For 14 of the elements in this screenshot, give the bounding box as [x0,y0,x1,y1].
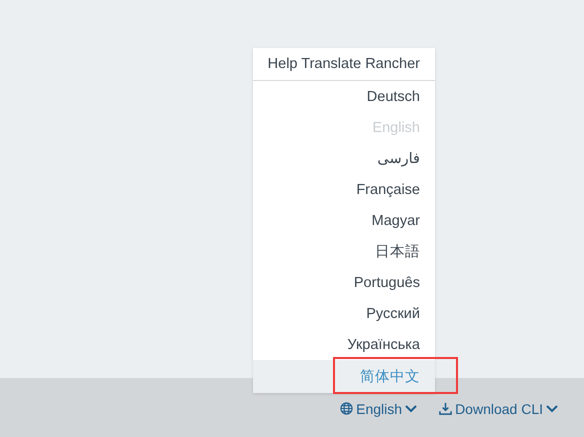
globe-icon [340,402,354,415]
language-option[interactable]: Українська [253,329,435,360]
language-option[interactable]: Magyar [253,205,435,236]
language-option[interactable]: 日本語 [253,236,435,267]
language-option[interactable]: فارسی [253,143,435,174]
download-icon [439,402,452,415]
caret-icon [405,404,418,412]
language-button[interactable]: English [340,400,418,416]
caret-icon [546,404,558,412]
language-option[interactable]: Française [253,174,435,205]
language-option[interactable]: Deutsch [253,81,435,112]
download-button[interactable]: Download CLI [439,400,558,416]
language-option[interactable]: Português [253,267,435,298]
language-option[interactable]: Русский [253,298,435,329]
